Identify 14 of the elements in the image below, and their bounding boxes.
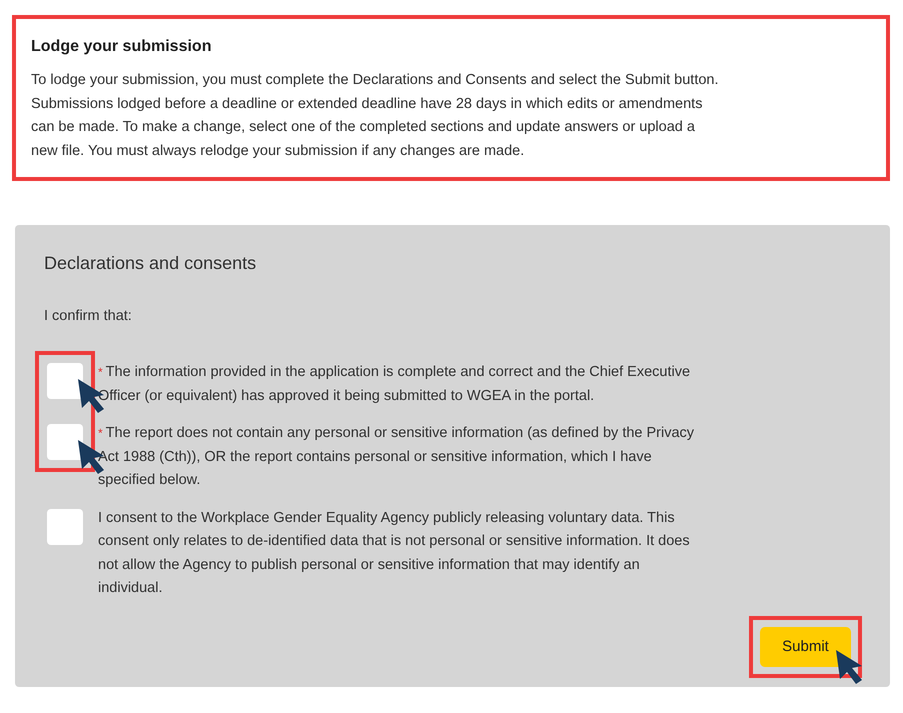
consent-text: * The report does not contain any personal or sensitive information (as defined by the Privacy Act 1988 (Cth)), OR the report contains personal or sensitive information, which I have specified below.: [98, 424, 696, 490]
consent-text: I consent to the Workplace Gender Equality Agency publicly releasing voluntary data. This consent only relates to de-identified data that is not personal or sensitive information. It does not allow the Agency to publish personal or sensitive information that may identify an individual.: [98, 508, 691, 598]
checkbox[interactable]: [47, 363, 83, 399]
required-mark: *: [98, 365, 103, 379]
consent-text: * The information provided in the application is complete and correct and the Chief Executive Officer (or equivalent) has approved it being submitted to WGEA in the portal.: [98, 363, 692, 406]
checkbox[interactable]: [47, 424, 83, 460]
cursor-icon: [835, 648, 865, 684]
notice-text: To lodge your submission, you must complete the Declarations and Consents and select the Submit button. Submissions lodged before a deadline or extended deadline have 28 days in which edits or amendments can be made. To make a change, select one of the completed sections and update answers or upload a new file. You must always relodge your submission if any changes are made.: [31, 71, 720, 160]
required-mark: *: [98, 426, 103, 440]
section-heading: Declarations and consents: [44, 253, 258, 274]
checkbox[interactable]: [47, 508, 83, 544]
intro-text: I confirm that:: [44, 308, 133, 324]
submit-button[interactable]: Submit: [760, 626, 851, 666]
notice-title: Lodge your submission: [31, 38, 212, 56]
